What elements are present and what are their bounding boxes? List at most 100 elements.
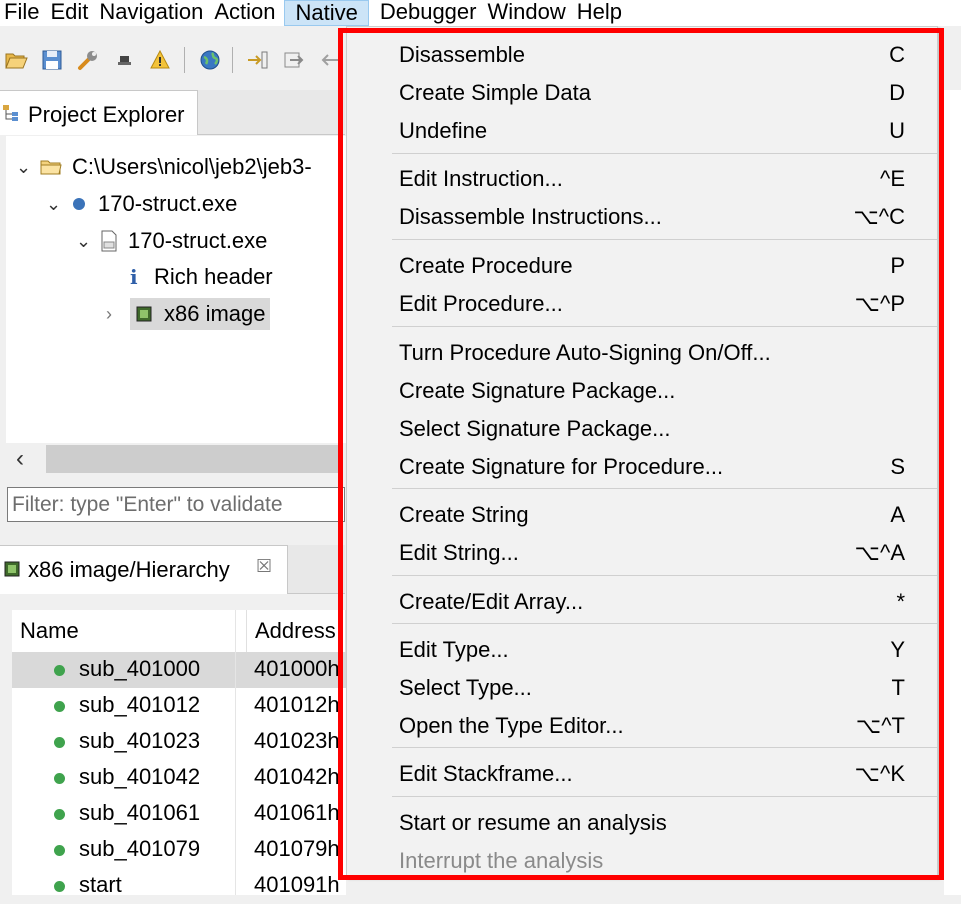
horizontal-scrollbar[interactable]: ‹ [6, 443, 346, 475]
menu-item-create-simple-data[interactable]: Create Simple Data D [347, 73, 937, 111]
chevron-left-icon[interactable]: ‹ [16, 445, 24, 473]
menu-separator [392, 796, 937, 797]
menu-item-select-signature-package[interactable]: Select Signature Package... [347, 409, 937, 447]
chevron-down-icon[interactable]: ⌄ [76, 231, 91, 252]
menu-item-shortcut: ⌥^C [853, 204, 905, 229]
menu-separator [392, 153, 937, 154]
table-row[interactable]: sub_401000 401000h [12, 652, 346, 688]
routine-address: 401000h [254, 656, 340, 681]
folder-icon [40, 160, 62, 175]
menu-item-label: Interrupt the analysis [399, 848, 604, 873]
table-row[interactable]: sub_401079 401079h [12, 832, 346, 868]
open-folder-icon[interactable] [4, 48, 28, 72]
menu-item-open-type-editor[interactable]: Open the Type Editor... ⌥^T [347, 706, 937, 744]
menu-item-start-analysis[interactable]: Start or resume an analysis [347, 803, 937, 841]
close-icon[interactable]: ☒ [256, 556, 272, 577]
tree-item-folder[interactable]: ⌄ C:\Users\nicol\jeb2\jeb3- [16, 150, 312, 184]
menu-window[interactable]: Window [487, 0, 576, 26]
menu-item-edit-stackframe[interactable]: Edit Stackframe... ⌥^K [347, 754, 937, 792]
menu-item-create-edit-array[interactable]: Create/Edit Array... * [347, 582, 937, 620]
menu-edit[interactable]: Edit [50, 0, 99, 26]
tab-label: x86 image/Hierarchy [28, 557, 230, 582]
code-view-edge [944, 90, 961, 895]
menu-item-disassemble[interactable]: Disassemble C [347, 35, 937, 73]
table-row[interactable]: sub_401012 401012h [12, 688, 346, 724]
selected-tree-item[interactable]: x86 image [130, 298, 270, 330]
step-over-icon[interactable] [282, 48, 306, 72]
menu-item-label: Undefine [399, 118, 488, 143]
menu-item-shortcut: S [890, 454, 905, 479]
menu-item-interrupt-analysis: Interrupt the analysis [347, 841, 937, 879]
column-header-name[interactable]: Name [12, 610, 247, 652]
menu-separator [392, 488, 937, 489]
menu-item-create-signature-for-procedure[interactable]: Create Signature for Procedure... S [347, 447, 937, 485]
routine-dot-icon [54, 737, 65, 748]
menu-item-create-signature-package[interactable]: Create Signature Package... [347, 371, 937, 409]
menu-item-shortcut: U [889, 118, 905, 143]
native-menu-dropdown: Disassemble C Create Simple Data D Undef… [346, 26, 938, 877]
menu-item-label: Edit Type... [399, 637, 509, 662]
scrollbar-thumb[interactable] [46, 445, 338, 473]
menu-item-undefine[interactable]: Undefine U [347, 111, 937, 149]
tab-hierarchy[interactable]: x86 image/Hierarchy ☒ [0, 545, 288, 594]
menu-item-shortcut: P [890, 253, 905, 278]
routine-dot-icon [54, 881, 65, 892]
menu-item-label: Select Type... [399, 675, 532, 700]
back-arrow-icon[interactable] [318, 48, 342, 72]
table-row[interactable]: sub_401061 401061h [12, 796, 346, 832]
routine-address: 401012h [254, 692, 340, 717]
menu-item-edit-procedure[interactable]: Edit Procedure... ⌥^P [347, 284, 937, 322]
menu-item-shortcut: Y [890, 637, 905, 662]
chevron-down-icon[interactable]: ⌄ [16, 157, 31, 178]
wrench-icon[interactable] [76, 48, 100, 72]
save-icon[interactable] [40, 48, 64, 72]
step-into-icon[interactable] [246, 48, 270, 72]
table-row[interactable]: sub_401042 401042h [12, 760, 346, 796]
menu-debugger[interactable]: Debugger [380, 0, 488, 26]
menu-item-edit-type[interactable]: Edit Type... Y [347, 630, 937, 668]
menu-file[interactable]: File [0, 0, 50, 26]
chip-icon [136, 306, 152, 322]
tree-item-x86-image[interactable]: › x86 image [106, 297, 270, 331]
menu-item-label: Create Signature Package... [399, 378, 676, 403]
table-row[interactable]: sub_401023 401023h [12, 724, 346, 760]
chevron-right-icon[interactable]: › [106, 304, 120, 325]
routine-dot-icon [54, 809, 65, 820]
stamp-icon[interactable] [112, 48, 136, 72]
menu-item-shortcut: ⌥^T [855, 713, 905, 738]
globe-icon[interactable] [198, 48, 222, 72]
filter-input[interactable] [7, 487, 345, 522]
routine-name: sub_401012 [79, 692, 201, 717]
menu-native[interactable]: Native [284, 0, 369, 26]
menu-item-select-type[interactable]: Select Type... T [347, 668, 937, 706]
menu-help[interactable]: Help [577, 0, 633, 26]
routine-address: 401061h [254, 800, 340, 825]
tab-project-explorer[interactable]: Project Explorer [0, 90, 198, 135]
menu-separator [392, 575, 937, 576]
column-header-address[interactable]: Address [247, 610, 346, 652]
warning-icon[interactable] [148, 48, 172, 72]
routine-dot-icon [54, 701, 65, 712]
menu-item-label: Create Simple Data [399, 80, 591, 105]
tree-item-label: 170-struct.exe [98, 191, 238, 216]
routine-name: sub_401000 [79, 656, 201, 681]
menu-separator [392, 326, 937, 327]
menu-item-edit-instruction[interactable]: Edit Instruction... ^E [347, 159, 937, 197]
menu-item-shortcut: C [889, 42, 905, 67]
menu-item-label: Select Signature Package... [399, 416, 671, 441]
menu-navigation[interactable]: Navigation [99, 0, 214, 26]
tree-item-pe-file[interactable]: ⌄ 170-struct.exe [76, 224, 267, 258]
menu-action[interactable]: Action [214, 0, 286, 26]
column-divider [235, 610, 236, 895]
tree-item-rich-header[interactable]: i Rich header [130, 260, 273, 294]
menu-item-create-procedure[interactable]: Create Procedure P [347, 246, 937, 284]
menu-item-edit-string[interactable]: Edit String... ⌥^A [347, 533, 937, 571]
table-row[interactable]: start 401091h [12, 868, 346, 904]
menu-item-create-string[interactable]: Create String A [347, 495, 937, 533]
menu-item-toggle-auto-signing[interactable]: Turn Procedure Auto-Signing On/Off... [347, 333, 937, 371]
menu-item-disassemble-instructions[interactable]: Disassemble Instructions... ⌥^C [347, 197, 937, 235]
routine-name: start [79, 872, 122, 897]
chevron-down-icon[interactable]: ⌄ [46, 194, 61, 215]
menu-item-label: Edit Stackframe... [399, 761, 573, 786]
tree-item-artifact[interactable]: ⌄ 170-struct.exe [46, 187, 237, 221]
